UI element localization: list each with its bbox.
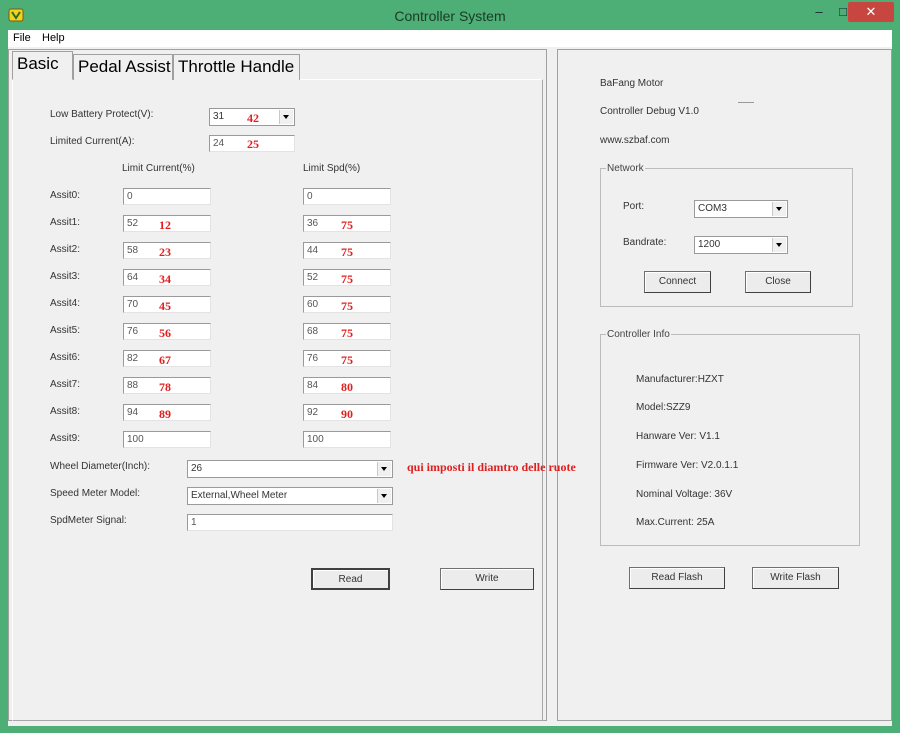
menu-file[interactable]: File (13, 32, 31, 44)
limit-current-header: Limit Current(%) (122, 163, 195, 174)
baudrate-label: Bandrate: (623, 237, 667, 248)
chevron-down-icon[interactable] (772, 202, 786, 216)
network-group-title: Network (606, 163, 645, 174)
assist-label: Assit9: (50, 433, 81, 444)
connect-button[interactable]: Connect (644, 271, 711, 293)
port-label: Port: (623, 201, 645, 212)
assist-current-annotation: 89 (159, 407, 171, 421)
tab-page-basic (12, 79, 543, 721)
assist-current-annotation: 67 (159, 353, 171, 367)
spd-signal-label: SpdMeter Signal: (50, 515, 127, 526)
assist-label: Assit0: (50, 190, 81, 201)
divider (738, 102, 754, 103)
website-label: www.szbaf.com (600, 135, 670, 146)
assist-current-input[interactable]: 100 (123, 431, 211, 448)
port-select[interactable]: COM3 (694, 200, 788, 218)
limited-current-label: Limited Current(A): (50, 136, 135, 147)
debug-version-label: Controller Debug V1.0 (600, 106, 699, 117)
wheel-diameter-annotation: qui imposti il diamtro delle ruote (407, 460, 576, 474)
window-title: Controller System (394, 8, 506, 24)
assist-current-input[interactable]: 0 (123, 188, 211, 205)
close-window-button[interactable]: ✕ (848, 2, 894, 22)
assist-current-annotation: 23 (159, 245, 171, 259)
read-flash-button[interactable]: Read Flash (629, 567, 725, 589)
assist-speed-annotation: 75 (341, 353, 353, 367)
assist-label: Assit2: (50, 244, 81, 255)
tab-pedal-assist[interactable]: Pedal Assist (73, 54, 173, 80)
minimize-button[interactable]: – (806, 2, 832, 22)
baudrate-value: 1200 (698, 239, 721, 250)
tab-throttle-handle[interactable]: Throttle Handle (173, 54, 300, 80)
assist-speed-input[interactable]: 0 (303, 188, 391, 205)
chevron-down-icon[interactable] (377, 489, 391, 503)
wheel-diameter-label: Wheel Diameter(Inch): (50, 461, 151, 472)
baudrate-select[interactable]: 1200 (694, 236, 788, 254)
assist-speed-annotation: 75 (341, 326, 353, 340)
tab-basic[interactable]: Basic (12, 51, 73, 80)
assist-speed-input[interactable]: 100 (303, 431, 391, 448)
read-button[interactable]: Read (311, 568, 390, 590)
firmware-version-label: Firmware Ver: V2.0.1.1 (636, 460, 739, 471)
model-label: Model:SZZ9 (636, 402, 691, 413)
assist-label: Assit5: (50, 325, 81, 336)
manufacturer-label: Manufacturer:HZXT (636, 374, 724, 385)
assist-label: Assit1: (50, 217, 81, 228)
assist-current-annotation: 34 (159, 272, 171, 286)
port-value: COM3 (698, 203, 727, 214)
close-button[interactable]: Close (745, 271, 811, 293)
assist-label: Assit8: (50, 406, 81, 417)
chevron-down-icon[interactable] (377, 462, 391, 476)
low-battery-annotation: 42 (247, 111, 259, 125)
low-battery-value: 31 (213, 111, 225, 122)
brand-label: BaFang Motor (600, 78, 664, 89)
menu-bar (8, 30, 892, 47)
speed-meter-select[interactable]: External,Wheel Meter (187, 487, 393, 505)
speed-meter-label: Speed Meter Model: (50, 488, 141, 499)
controller-info-title: Controller Info (606, 329, 671, 340)
assist-speed-annotation: 75 (341, 218, 353, 232)
assist-speed-annotation: 75 (341, 245, 353, 259)
assist-speed-annotation: 80 (341, 380, 353, 394)
assist-current-annotation: 45 (159, 299, 171, 313)
limited-current-annotation: 25 (247, 137, 259, 151)
hardware-version-label: Hanware Ver: V1.1 (636, 431, 720, 442)
low-battery-label: Low Battery Protect(V): (50, 109, 154, 120)
menu-help[interactable]: Help (42, 32, 65, 44)
assist-label: Assit7: (50, 379, 81, 390)
wheel-diameter-select[interactable]: 26 (187, 460, 393, 478)
write-button[interactable]: Write (440, 568, 534, 590)
assist-label: Assit3: (50, 271, 81, 282)
assist-label: Assit6: (50, 352, 81, 363)
chevron-down-icon[interactable] (772, 238, 786, 252)
speed-meter-value: External,Wheel Meter (191, 490, 288, 501)
nominal-voltage-label: Nominal Voltage: 36V (636, 489, 733, 500)
max-current-label: Max.Current: 25A (636, 517, 715, 528)
assist-speed-annotation: 75 (341, 272, 353, 286)
assist-current-annotation: 12 (159, 218, 171, 232)
assist-current-annotation: 56 (159, 326, 171, 340)
assist-speed-annotation: 75 (341, 299, 353, 313)
spd-signal-input[interactable]: 1 (187, 514, 393, 531)
limit-speed-header: Limit Spd(%) (303, 163, 361, 174)
assist-label: Assit4: (50, 298, 81, 309)
assist-speed-annotation: 90 (341, 407, 353, 421)
chevron-down-icon[interactable] (279, 110, 293, 124)
wheel-diameter-value: 26 (191, 463, 203, 474)
write-flash-button[interactable]: Write Flash (752, 567, 839, 589)
assist-current-annotation: 78 (159, 380, 171, 394)
